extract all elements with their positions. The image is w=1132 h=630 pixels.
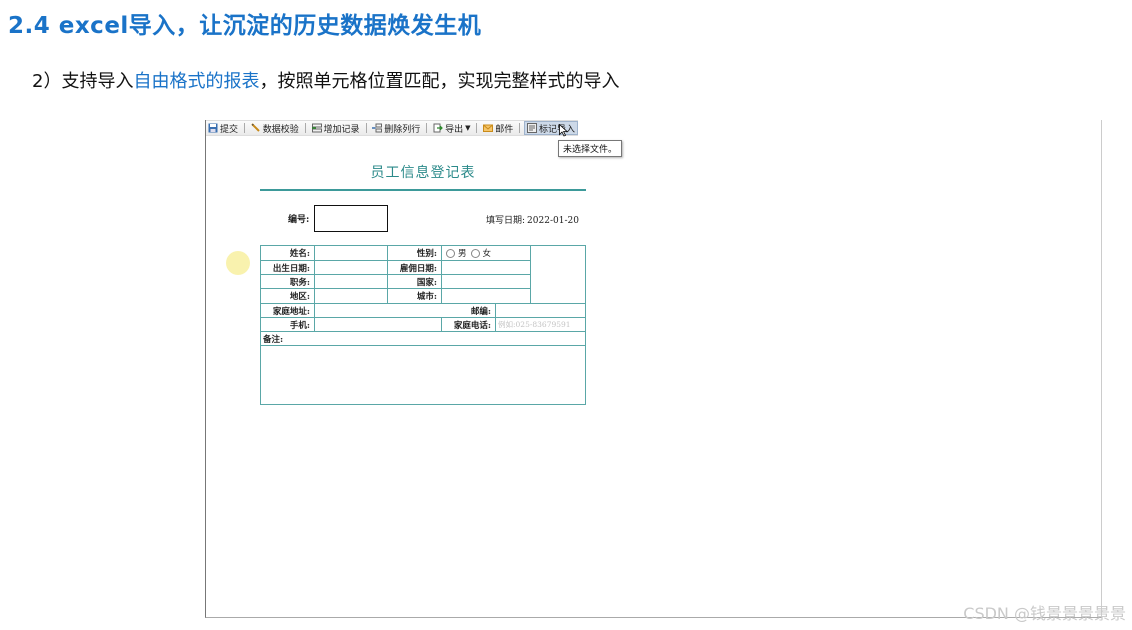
submit-label: 提交	[220, 124, 239, 135]
fill-date: 填写日期: 2022-01-20	[486, 213, 579, 226]
remarks-label: 备注:	[261, 332, 586, 346]
file-tooltip: 未选择文件。	[558, 140, 623, 157]
export-icon	[433, 123, 443, 133]
city-label: 城市:	[388, 289, 442, 304]
position-field[interactable]	[315, 275, 388, 289]
add-row-icon	[311, 123, 322, 133]
toolbar-separator	[365, 123, 367, 133]
validate-button[interactable]: 数据校验	[249, 121, 301, 135]
home-phone-placeholder: 例如:025-83679591	[498, 320, 571, 329]
fill-date-label: 填写日期:	[486, 216, 526, 226]
gender-field: 男 女	[442, 246, 531, 261]
subtitle-suffix: ，按照单元格位置匹配，实现完整样式的导入	[259, 71, 620, 92]
form-title: 员工信息登记表	[370, 165, 476, 181]
gender-male-label: 男	[458, 249, 467, 259]
fill-date-value: 2022-01-20	[527, 216, 579, 226]
employee-form-table: 姓名: 性别: 男 女 出生日期: 雇佣日期: 职务: 国家: 地区: 城市: …	[260, 245, 586, 405]
region-label: 地区:	[261, 289, 315, 304]
report-app-window: 提交 数据校验 增加记录 删除列行 导出 ▼ 邮件 标记导入 未选择文件。 员工…	[205, 120, 1102, 618]
export-label: 导出	[445, 124, 464, 135]
mail-label: 邮件	[495, 124, 514, 135]
slide-subtitle: 2）支持导入自由格式的报表，按照单元格位置匹配，实现完整样式的导入	[32, 67, 619, 93]
mail-icon	[483, 124, 494, 132]
tag-import-button[interactable]: 标记导入	[523, 121, 578, 135]
home-phone-field[interactable]: 例如:025-83679591	[496, 318, 586, 332]
name-label: 姓名:	[261, 246, 315, 261]
delete-row-icon	[372, 123, 383, 133]
toolbar: 提交 数据校验 增加记录 删除列行 导出 ▼ 邮件 标记导入	[206, 120, 578, 136]
region-field[interactable]	[315, 289, 388, 304]
add-record-label: 增加记录	[323, 124, 360, 135]
toolbar-separator	[244, 123, 245, 133]
country-label: 国家:	[388, 275, 442, 289]
birth-date-field[interactable]	[315, 261, 388, 275]
csdn-watermark: CSDN @钱景景景景景	[963, 604, 1126, 623]
mobile-field[interactable]	[315, 318, 442, 332]
hire-date-field[interactable]	[442, 261, 531, 275]
hire-date-label: 雇佣日期:	[388, 261, 442, 275]
gender-female-label: 女	[482, 249, 492, 259]
toolbar-separator	[519, 123, 520, 133]
chevron-down-icon: ▼	[465, 124, 471, 132]
home-address-label: 家庭地址:	[261, 304, 315, 318]
postal-code-label: 邮编:	[442, 304, 496, 318]
mobile-label: 手机:	[261, 318, 315, 332]
tag-import-label: 标记导入	[538, 124, 575, 135]
gender-male-radio[interactable]	[446, 248, 455, 258]
title-divider	[260, 189, 586, 191]
subtitle-prefix: 2）支持导入	[32, 71, 134, 92]
gender-label: 性别:	[388, 246, 442, 261]
toolbar-separator	[476, 123, 478, 133]
position-label: 职务:	[261, 275, 315, 289]
remarks-field[interactable]	[261, 346, 586, 404]
check-pencil-icon	[251, 123, 260, 132]
delete-row-button[interactable]: 删除列行	[370, 121, 422, 135]
export-dropdown-button[interactable]: 导出 ▼	[431, 121, 472, 135]
gender-female-radio[interactable]	[470, 248, 480, 258]
city-field[interactable]	[442, 289, 531, 304]
serial-label: 编号:	[288, 215, 310, 225]
cursor-highlight	[226, 251, 250, 275]
home-phone-label: 家庭电话:	[442, 318, 496, 332]
slide-title: 2.4 excel导入，让沉淀的历史数据焕发生机	[8, 13, 482, 39]
toolbar-separator	[304, 123, 306, 133]
mouse-pointer-icon	[559, 124, 568, 137]
subtitle-highlight: 自由格式的报表	[133, 71, 260, 92]
name-field[interactable]	[315, 246, 388, 261]
toolbar-separator	[426, 123, 428, 133]
save-icon	[208, 123, 218, 133]
photo-area	[531, 246, 586, 304]
serial-input[interactable]	[314, 205, 388, 232]
submit-button[interactable]: 提交	[206, 121, 240, 135]
validate-label: 数据校验	[262, 124, 299, 135]
country-field[interactable]	[442, 275, 531, 289]
delete-row-label: 删除列行	[384, 124, 421, 135]
mail-button[interactable]: 邮件	[481, 121, 515, 135]
postal-code-field[interactable]	[496, 304, 586, 318]
birth-date-label: 出生日期:	[261, 261, 315, 275]
add-record-button[interactable]: 增加记录	[310, 121, 362, 135]
import-icon	[526, 123, 537, 133]
